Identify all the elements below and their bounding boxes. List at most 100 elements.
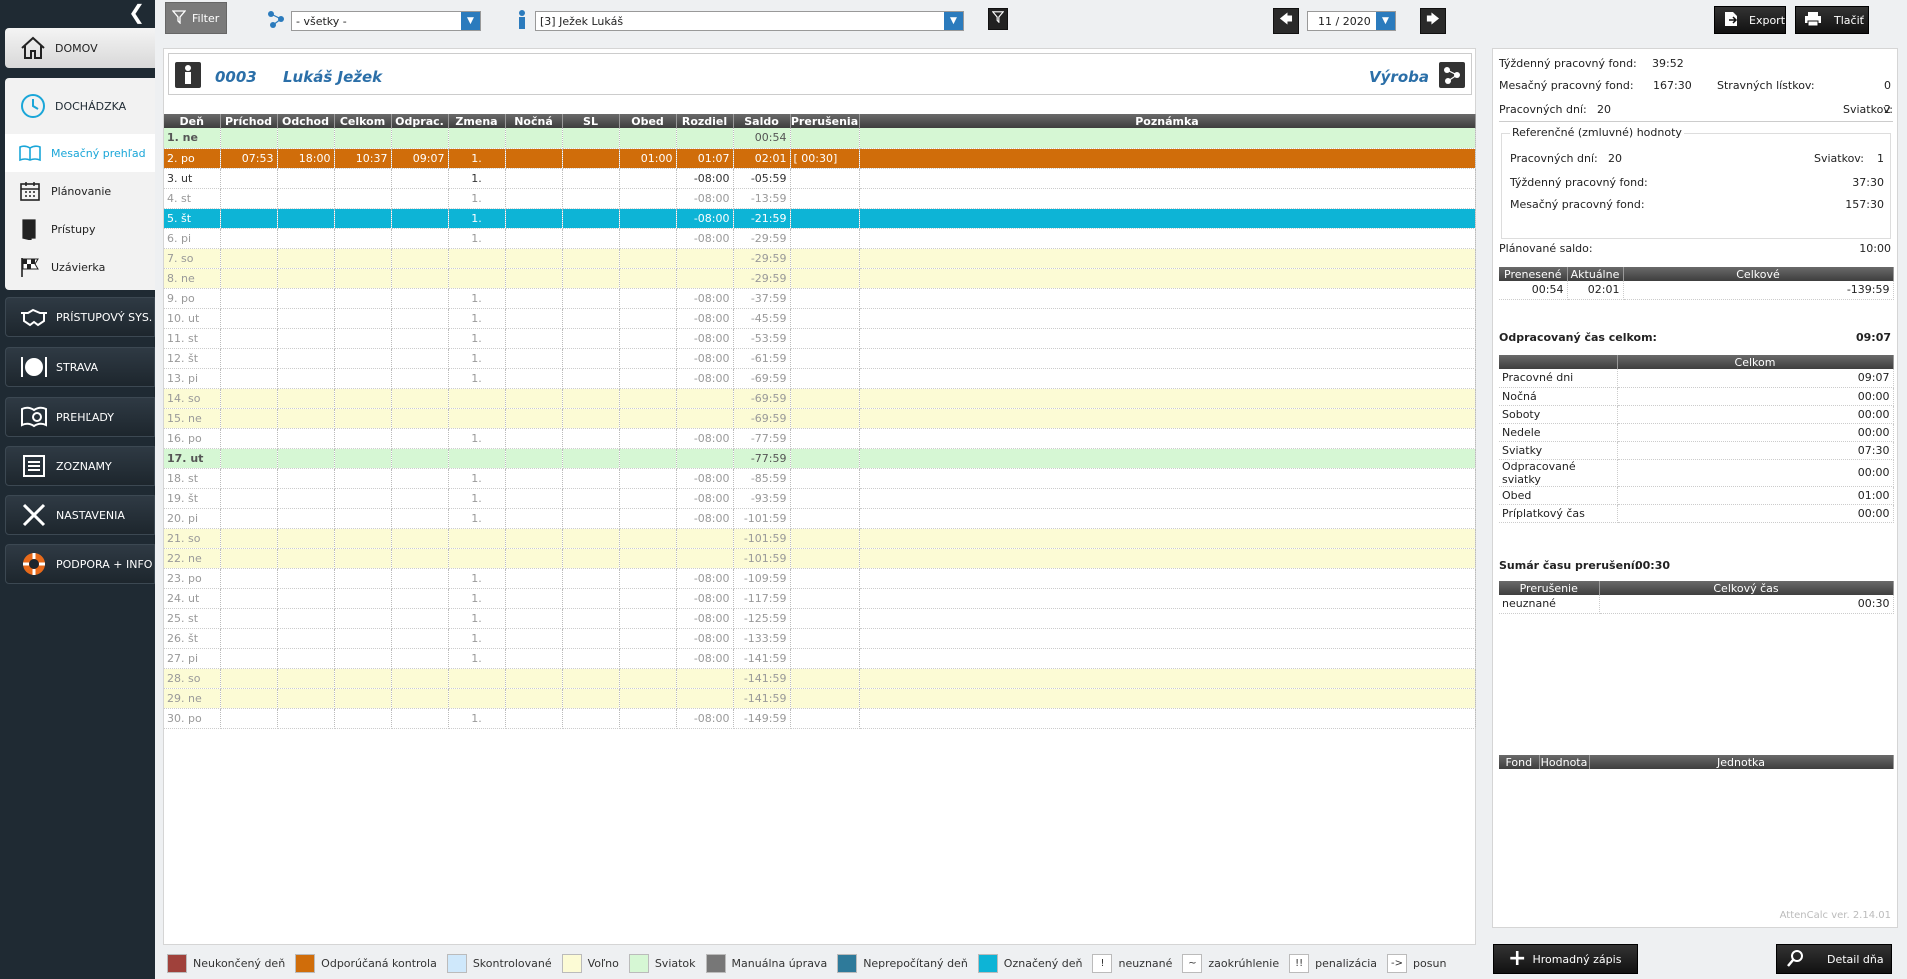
column-header[interactable]: Prerušenia [790,114,860,128]
table-row[interactable]: 3. ut 1. -08:00 -05:59 [164,168,1476,189]
column-header[interactable]: Obed [619,114,677,128]
table-cell [790,368,860,389]
table-row[interactable]: 24. ut 1. -08:00 -117:59 [164,588,1476,609]
table-cell [676,128,734,149]
nav-strava[interactable]: STRAVA [5,347,155,387]
person-filter-button[interactable] [988,8,1008,30]
day-detail-button[interactable]: Detail dňa [1776,944,1892,974]
table-row[interactable]: 16. po 1. -08:00 -77:59 [164,428,1476,449]
calendar-icon [19,180,41,202]
table-row[interactable]: 7. so -29:59 [164,248,1476,269]
table-cell: 4. st [164,188,221,209]
column-header[interactable]: Rozdiel [676,114,734,128]
table-row[interactable]: 22. ne -101:59 [164,548,1476,569]
export-button[interactable]: Export [1714,6,1786,34]
table-row[interactable]: 4. st 1. -08:00 -13:59 [164,188,1476,209]
nav-prehlady[interactable]: PREHĽADY [5,397,155,437]
chevron-down-icon[interactable]: ▼ [944,12,963,30]
table-row[interactable]: 20. pi 1. -08:00 -101:59 [164,508,1476,529]
table-row[interactable]: 27. pi 1. -08:00 -141:59 [164,648,1476,669]
table-row[interactable]: 29. ne -141:59 [164,688,1476,709]
table-row[interactable]: 23. po 1. -08:00 -109:59 [164,568,1476,589]
table-row[interactable]: 13. pi 1. -08:00 -69:59 [164,368,1476,389]
table-row[interactable]: 2. po 07:53 18:00 10:37 09:07 1. 01:00 01:07 02:… [164,148,1476,169]
table-row[interactable]: 6. pi 1. -08:00 -29:59 [164,228,1476,249]
column-header[interactable]: Nočná [505,114,563,128]
table-row[interactable]: 28. so -141:59 [164,668,1476,689]
table-cell [790,228,860,249]
column-header[interactable]: Deň [164,114,221,128]
table-row[interactable]: 18. st 1. -08:00 -85:59 [164,468,1476,489]
group-select[interactable]: - všetky - ▼ [291,11,481,31]
column-header[interactable]: Príchod [220,114,278,128]
table-cell [790,468,860,489]
legend-swatch [167,953,187,973]
nav-dochadzka[interactable]: DOCHÁDZKA [5,78,155,134]
table-cell [790,568,860,589]
column-header[interactable]: Poznámka [859,114,1476,128]
table-row[interactable]: 5. št 1. -08:00 -21:59 [164,208,1476,229]
table-row[interactable]: 26. št 1. -08:00 -133:59 [164,628,1476,649]
table-row[interactable]: 19. št 1. -08:00 -93:59 [164,488,1476,509]
table-cell [277,448,335,469]
table-row[interactable]: 11. st 1. -08:00 -53:59 [164,328,1476,349]
nav-sub-mesacny-prehlad[interactable]: Mesačný prehľad [5,134,155,172]
table-cell [220,128,278,149]
column-header[interactable]: Zmena [448,114,506,128]
table-cell [562,348,620,369]
table-cell: 12. št [164,348,221,369]
table-cell [334,328,392,349]
fund-header: Fond [1499,755,1540,769]
table-row[interactable]: 25. st 1. -08:00 -125:59 [164,608,1476,629]
table-row[interactable]: 21. so -101:59 [164,528,1476,549]
next-period-button[interactable]: 🡆 [1420,8,1446,34]
table-row[interactable]: 14. so -69:59 [164,388,1476,409]
export-icon [1723,11,1739,30]
table-row[interactable]: 10. ut 1. -08:00 -45:59 [164,308,1476,329]
table-row[interactable]: 15. ne -69:59 [164,408,1476,429]
nav-podpora[interactable]: PODPORA + INFO [5,544,155,584]
nav-zoznamy[interactable]: ZOZNAMY [5,446,155,486]
chevron-down-icon[interactable]: ▼ [461,12,480,30]
table-row[interactable]: 1. ne 00:54 [164,128,1476,149]
table-cell [391,608,449,629]
table-row[interactable]: 17. ut -77:59 [164,448,1476,469]
nav-sub-pristupy[interactable]: Prístupy [5,210,155,248]
break-summary-value: 00:30 [1635,559,1671,572]
filter-button[interactable]: Filter [165,2,227,34]
table-cell [505,588,563,609]
nav-nastavenia[interactable]: NASTAVENIA [5,495,155,535]
nav-sub-planovanie[interactable]: Plánovanie [5,172,155,210]
home-icon [19,34,47,62]
table-cell [790,328,860,349]
bulk-entry-button[interactable]: + Hromadný zápis [1493,944,1638,974]
break-header-row: Prerušenie Celkový čas [1499,581,1894,595]
nav-sub-uzavierka[interactable]: Uzávierka [5,248,155,286]
table-cell [619,328,677,349]
column-header[interactable]: Saldo [733,114,791,128]
table-row[interactable]: 8. ne -29:59 [164,268,1476,289]
print-button[interactable]: Tlačiť [1795,6,1869,34]
nav-domov[interactable]: DOMOV [5,28,155,68]
chevron-down-icon[interactable]: ▼ [1376,12,1395,30]
table-cell: [ 00:30] [790,148,860,169]
table-row[interactable]: 30. po 1. -08:00 -149:59 [164,708,1476,729]
table-row[interactable]: 9. po 1. -08:00 -37:59 [164,288,1476,309]
column-header[interactable]: Odchod [277,114,335,128]
collapse-icon[interactable]: ❮ [128,2,145,22]
person-select[interactable]: [3] Ježek Lukáš ▼ [535,11,964,31]
table-cell [448,668,506,689]
table-row[interactable]: 12. št 1. -08:00 -61:59 [164,348,1476,369]
table-cell [277,248,335,269]
period-select[interactable]: 11 / 2020 ▼ [1307,11,1396,31]
table-cell [505,468,563,489]
table-cell: 25. st [164,608,221,629]
column-header[interactable]: SL [562,114,620,128]
column-header[interactable]: Odprac. [391,114,449,128]
table-cell [277,168,335,189]
column-header[interactable]: Celkom [334,114,392,128]
break-row: neuznané 00:30 [1499,595,1894,614]
prev-period-button[interactable]: 🡄 [1273,8,1299,34]
nav-pristupovy-sys[interactable]: PRÍSTUPOVÝ SYS. [5,297,155,337]
table-cell [277,488,335,509]
